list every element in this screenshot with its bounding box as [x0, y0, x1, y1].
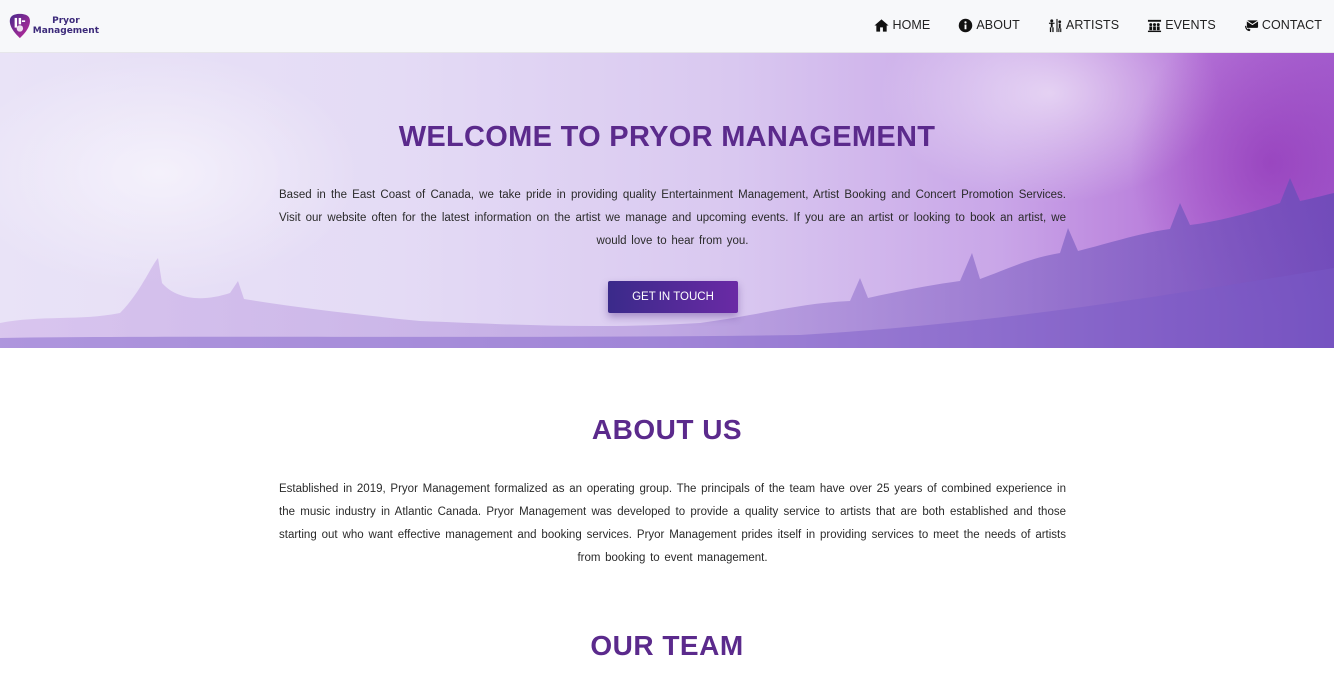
- contact-icon: [1244, 18, 1259, 33]
- nav-label-about: ABOUT: [976, 18, 1020, 32]
- nav-label-contact: CONTACT: [1261, 18, 1322, 32]
- nav-item-home[interactable]: HOME: [874, 16, 930, 34]
- about-title: ABOUT US: [591, 414, 743, 445]
- team-title: OUR TEAM: [590, 630, 744, 661]
- nav-label-artists: ARTISTS: [1065, 18, 1120, 32]
- artists-icon: [1048, 18, 1063, 33]
- hero-title: WELCOME TO PRYOR MANAGEMENT: [398, 121, 936, 153]
- guitar-pick-logo-icon: [9, 13, 30, 38]
- nav-label-events: EVENTS: [1165, 18, 1216, 32]
- brand-name: Pryor Management: [33, 16, 99, 36]
- main-nav: HOME ABOUT ARTISTS EVENTS CONTACT: [846, 16, 1322, 34]
- nav-item-artists[interactable]: ARTISTS: [1048, 16, 1119, 34]
- nav-item-about[interactable]: ABOUT: [958, 16, 1020, 34]
- brand-line1: Pryor: [52, 15, 80, 26]
- get-in-touch-button[interactable]: GET IN TOUCH: [608, 281, 738, 313]
- hero-section: WELCOME TO PRYOR MANAGEMENT Based in the…: [0, 53, 1334, 348]
- nav-item-contact[interactable]: CONTACT: [1244, 16, 1322, 34]
- hero-description: Based in the East Coast of Canada, we ta…: [279, 189, 1066, 247]
- home-icon: [874, 18, 889, 33]
- about-description: Established in 2019, Pryor Management fo…: [279, 483, 1066, 564]
- brand-logo[interactable]: Pryor Management: [9, 9, 99, 42]
- events-icon: [1147, 18, 1162, 33]
- navbar: Pryor Management HOME ABOUT ARTISTS EVEN…: [0, 0, 1334, 53]
- nav-label-home: HOME: [892, 18, 931, 32]
- nav-item-events[interactable]: EVENTS: [1147, 16, 1216, 34]
- brand-line2: Management: [32, 25, 99, 36]
- info-icon: [958, 18, 973, 33]
